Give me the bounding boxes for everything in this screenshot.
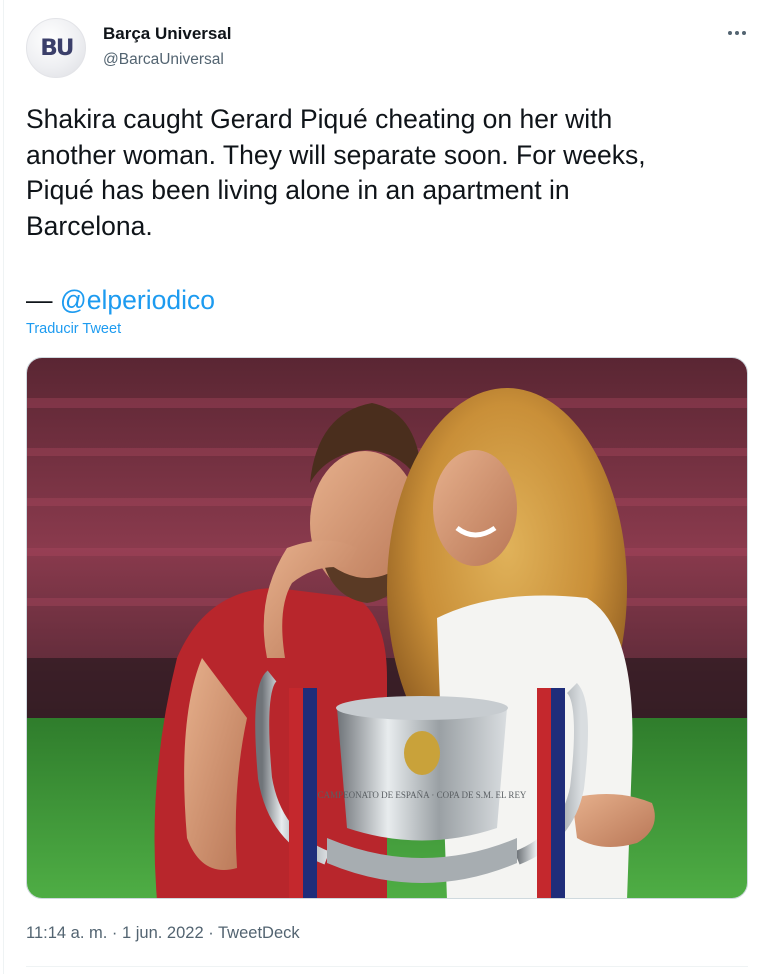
author-display-name[interactable]: Barça Universal xyxy=(103,24,232,44)
tweet-timestamp[interactable]: 11:14 a. m. · 1 jun. 2022 · TweetDeck xyxy=(26,924,300,943)
more-icon[interactable] xyxy=(724,20,750,46)
tweet-card: BU Barça Universal @BarcaUniversal Shaki… xyxy=(0,0,768,974)
divider xyxy=(3,0,4,974)
tweet-source: — @elperiodico xyxy=(26,283,215,317)
tweet-photo[interactable]: CAMPEONATO DE ESPAÑA · COPA DE S.M. EL R… xyxy=(26,357,748,899)
trophy-inscription: CAMPEONATO DE ESPAÑA · COPA DE S.M. EL R… xyxy=(318,790,527,800)
photo-illustration: CAMPEONATO DE ESPAÑA · COPA DE S.M. EL R… xyxy=(27,358,747,898)
avatar[interactable]: BU xyxy=(26,18,86,78)
translate-tweet-link[interactable]: Traducir Tweet xyxy=(26,321,121,337)
author-handle[interactable]: @BarcaUniversal xyxy=(103,51,224,69)
divider xyxy=(26,966,748,967)
source-dash: — xyxy=(26,285,60,315)
tweet-text: Shakira caught Gerard Piqué cheating on … xyxy=(26,104,646,241)
source-mention-link[interactable]: @elperiodico xyxy=(60,285,215,315)
avatar-logo: BU xyxy=(39,35,74,61)
